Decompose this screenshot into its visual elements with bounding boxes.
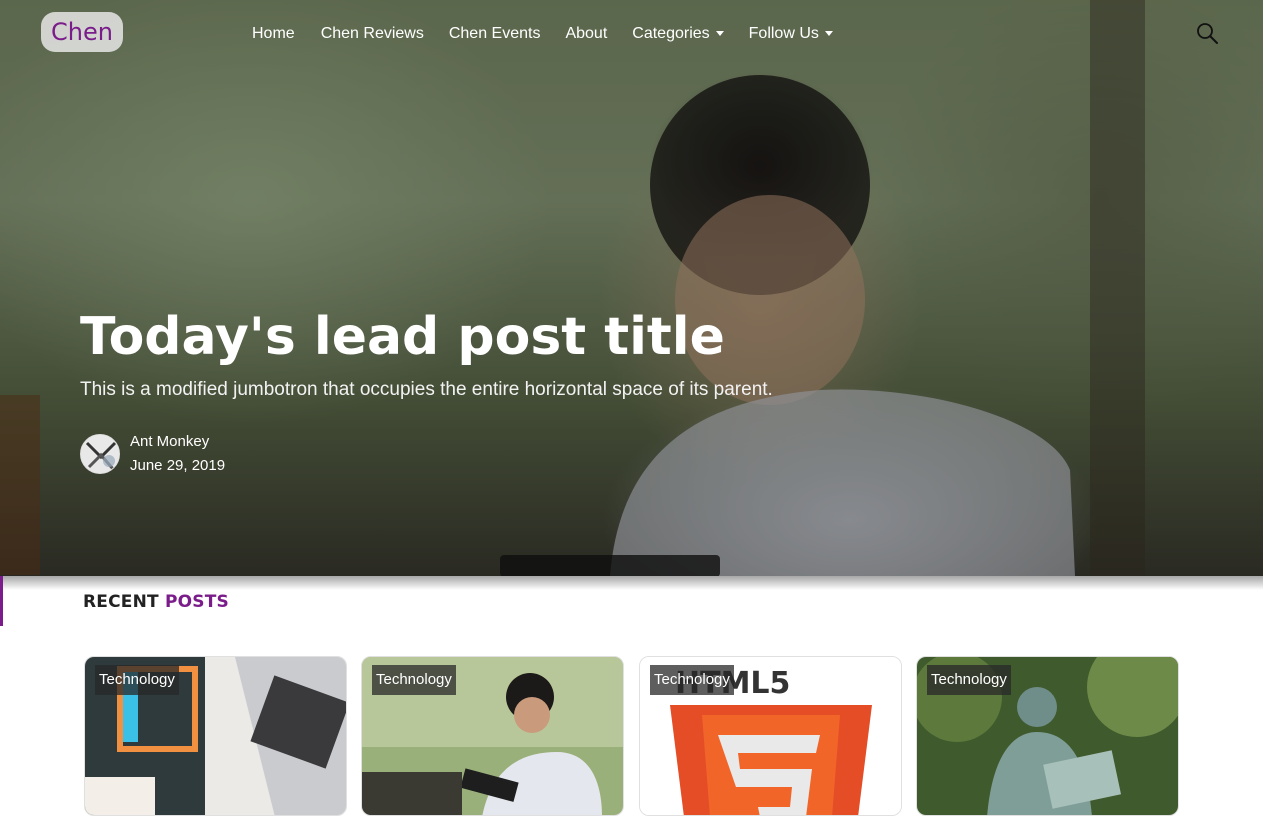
section-title-part2: POSTS (164, 592, 229, 612)
navbar: Chen Home Chen Reviews Chen Events About… (0, 0, 1263, 66)
nav-item-chen-events[interactable]: Chen Events (449, 22, 541, 46)
post-card[interactable]: Technology (84, 656, 347, 816)
category-badge[interactable]: Technology (372, 665, 456, 695)
section-accent-bar (0, 576, 3, 626)
search-icon[interactable] (1196, 22, 1218, 44)
caret-down-icon (715, 31, 724, 37)
nav-item-about[interactable]: About (565, 22, 607, 46)
author-block: Ant Monkey June 29, 2019 (80, 430, 225, 478)
nav-item-follow-us[interactable]: Follow Us (749, 22, 833, 46)
hero-content: Today's lead post title This is a modifi… (80, 305, 773, 403)
nav-item-label: Follow Us (748, 25, 819, 42)
category-badge[interactable]: Technology (95, 665, 179, 695)
post-card[interactable]: Technology (916, 656, 1179, 816)
section-title-part1: RECENT (83, 592, 159, 612)
author-avatar[interactable] (80, 434, 120, 474)
caret-down-icon (824, 31, 833, 37)
hero-lead: This is a modified jumbotron that occupi… (80, 379, 773, 400)
category-badge[interactable]: Technology (650, 665, 734, 695)
nav-item-label: About (565, 25, 608, 42)
hero-jumbotron (0, 0, 1263, 576)
nav-item-label: Chen Events (448, 25, 541, 42)
nav-item-label: Chen Reviews (320, 25, 424, 42)
nav-item-chen-reviews[interactable]: Chen Reviews (321, 22, 424, 46)
avatar-image (81, 435, 119, 473)
recent-posts-grid: Technology Technology HTML5 Tec (84, 656, 1180, 816)
nav-item-label: Home (252, 25, 295, 42)
hero-title[interactable]: Today's lead post title (80, 305, 773, 369)
author-name[interactable]: Ant Monkey (130, 430, 225, 454)
post-date: June 29, 2019 (130, 457, 226, 474)
post-card[interactable]: Technology (361, 656, 624, 816)
section-title: RECENT POSTS (83, 592, 229, 612)
author-meta: Ant Monkey June 29, 2019 (130, 430, 225, 478)
nav-item-categories[interactable]: Categories (632, 22, 724, 46)
main-nav: Home Chen Reviews Chen Events About Cate… (252, 22, 833, 46)
recent-posts-section: RECENT POSTS Technology Technology Techn… (0, 576, 1263, 816)
nav-item-label: Categories (632, 25, 710, 42)
hero-background-image (0, 0, 1145, 576)
nav-item-home[interactable]: Home (252, 22, 295, 46)
category-badge[interactable]: Technology (927, 665, 1011, 695)
brand-logo[interactable]: Chen (41, 12, 123, 52)
post-card[interactable]: HTML5 Technology (639, 656, 902, 816)
